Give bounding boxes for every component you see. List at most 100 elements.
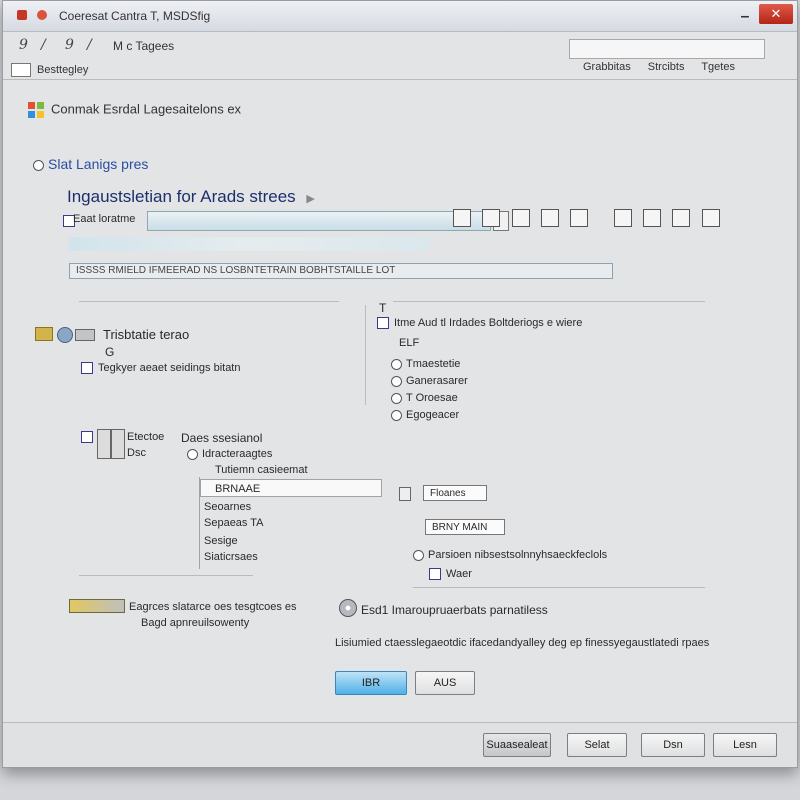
service-list[interactable]: BRNAAE Seoarnes Sepaeas TA Sesige Siatic… [199, 477, 384, 569]
left-group-sub: G [105, 345, 115, 359]
radio-icon[interactable] [391, 392, 402, 404]
device-icon [399, 487, 411, 501]
network-icon [35, 327, 53, 341]
globe-icon [57, 327, 73, 343]
windows-logo-icon [28, 102, 44, 118]
search-input[interactable] [569, 39, 765, 59]
radio-option-label: Idracteraagtes [202, 448, 273, 460]
app-icon [17, 10, 27, 20]
monitor-icon[interactable] [613, 209, 632, 227]
info-right-title: Esd1 Imaroupruaerbats parnatiless [361, 603, 548, 617]
up-icon[interactable]: 9 [65, 37, 74, 53]
list-item[interactable]: Siaticrsaes [204, 551, 258, 563]
radio-icon[interactable] [391, 409, 402, 421]
bottom-left-item: Dsc [127, 447, 146, 459]
search-tab[interactable]: Tgetes [701, 61, 735, 73]
close-button[interactable]: ✕ [759, 4, 793, 24]
radio-icon[interactable] [413, 549, 424, 561]
ok-button[interactable]: IBR [335, 671, 407, 695]
copy-icon[interactable] [453, 209, 471, 227]
list-item[interactable]: Seoarnes [204, 501, 251, 513]
bottom-left-checkbox[interactable] [81, 431, 93, 443]
radio-option[interactable]: Parsioen nibsestsolnnyhsaeckfeclols [413, 549, 607, 561]
back-icon[interactable]: 9 [19, 37, 28, 53]
drive-icon [69, 599, 125, 613]
radio-icon[interactable] [187, 448, 198, 460]
waer-checkbox[interactable] [429, 568, 441, 581]
disc-icon [339, 599, 357, 617]
divider [79, 301, 339, 302]
folder-icon [11, 63, 31, 77]
dialog-window: Coeresat Cantra T, MSDSfig ▁ ✕ 9 / 9 / M… [2, 0, 798, 768]
right-group-checkbox[interactable] [377, 317, 389, 330]
dsn-button[interactable]: Dsn [641, 733, 705, 757]
minimize-button[interactable]: ▁ [735, 7, 755, 23]
link-icon [75, 329, 95, 341]
save-icon[interactable] [482, 209, 501, 227]
radio-icon[interactable] [391, 358, 402, 370]
save-button[interactable]: Selat [567, 733, 627, 757]
lock-icon[interactable] [701, 209, 720, 227]
address-label: Besttegley [37, 63, 89, 76]
waer-label: Waer [446, 568, 472, 580]
radio-option-label: Parsioen nibsestsolnnyhsaeckfeclols [428, 549, 608, 561]
list-selected-item[interactable]: BRNAAE [200, 479, 382, 497]
header-text: Conmak Esrdal Lagesaitelons ex [51, 101, 242, 117]
section-link-label: Slat Lanigs pres [48, 156, 149, 172]
radio-option[interactable]: Tmaestetie [391, 358, 460, 370]
grid-icon[interactable] [511, 209, 530, 227]
main-field[interactable]: BRNY MAIN [425, 519, 505, 535]
radio-option[interactable]: Egogeacer [391, 409, 459, 421]
divider [3, 79, 797, 80]
chevron-right-icon: ▶ [306, 193, 315, 205]
left-group-title: Trisbtatie terao [103, 327, 190, 342]
bottom-left-title: Daes ssesianol [181, 431, 263, 445]
advanced-button[interactable]: Suaasealeat [483, 733, 551, 757]
info-left-line: Bagd apnreuilsowenty [141, 617, 250, 629]
radio-icon[interactable] [391, 375, 402, 387]
shield-icon [37, 10, 47, 20]
radio-option-label: Tmaestetie [406, 358, 461, 370]
left-option[interactable]: Tegkyer aeaet seidings bitatn [81, 362, 241, 375]
tool-icons [453, 209, 728, 227]
status-bar-field[interactable]: ISSSS RMIELD IFMEERAD NS LOSBNTETRAIN BO… [69, 263, 613, 279]
refresh-icon[interactable]: / [87, 37, 92, 53]
window-title: Coeresat Cantra T, MSDSfig [59, 9, 211, 23]
server-icon [97, 429, 111, 459]
radio-option[interactable]: T Oroesae [391, 392, 458, 404]
section-link[interactable]: Slat Lanigs pres [33, 156, 148, 172]
search-tabs: Grabbitas Strcibts Tgetes [583, 61, 749, 73]
waer-option[interactable]: Waer [429, 568, 472, 581]
bottom-left-item: Etectoe [127, 431, 165, 443]
search-tab[interactable]: Strcibts [648, 61, 685, 73]
link-bullet-icon [33, 159, 44, 171]
title-bar: Coeresat Cantra T, MSDSfig ▁ ✕ [3, 1, 797, 32]
apply-button[interactable]: AUS [415, 671, 475, 695]
list-header: Tutiemn casieemat [215, 464, 308, 476]
print-icon[interactable] [541, 209, 560, 227]
left-option-label: Tegkyer aeaet seidings bitatn [98, 362, 241, 374]
radio-option-label: Egogeacer [406, 409, 460, 421]
floanes-field[interactable]: Floanes [423, 485, 487, 501]
footer: Suaasealeat Selat Dsn Lesn [3, 722, 797, 767]
page-icon[interactable] [643, 209, 662, 227]
right-group-title[interactable]: Itme Aud tl Irdades Boltderiogs e wiere [377, 317, 582, 330]
right-group-header: ELF [399, 337, 420, 349]
forward-icon[interactable]: / [41, 37, 46, 53]
folder-icon[interactable] [570, 209, 589, 227]
search-tab[interactable]: Grabbitas [583, 61, 631, 73]
list-item[interactable]: Sepaeas TA [204, 517, 264, 529]
vertical-divider [365, 305, 366, 405]
divider [79, 575, 253, 576]
radio-option[interactable]: Ganerasarer [391, 375, 468, 387]
address-bar[interactable]: Besttegley [11, 63, 88, 77]
radio-option[interactable]: Idracteraagtes [187, 448, 272, 460]
location-input[interactable] [147, 211, 491, 231]
toolbar: 9 / 9 / M c Tagees [3, 31, 797, 59]
location-label: Eaat loratme [73, 213, 136, 225]
close-dialog-button[interactable]: Lesn [713, 733, 777, 757]
tools-icon[interactable] [672, 209, 691, 227]
info-description: Lisiumied ctaesslegaeotdic ifacedandyall… [335, 637, 710, 649]
list-item[interactable]: Sesige [204, 535, 238, 547]
left-option-checkbox[interactable] [81, 362, 93, 375]
